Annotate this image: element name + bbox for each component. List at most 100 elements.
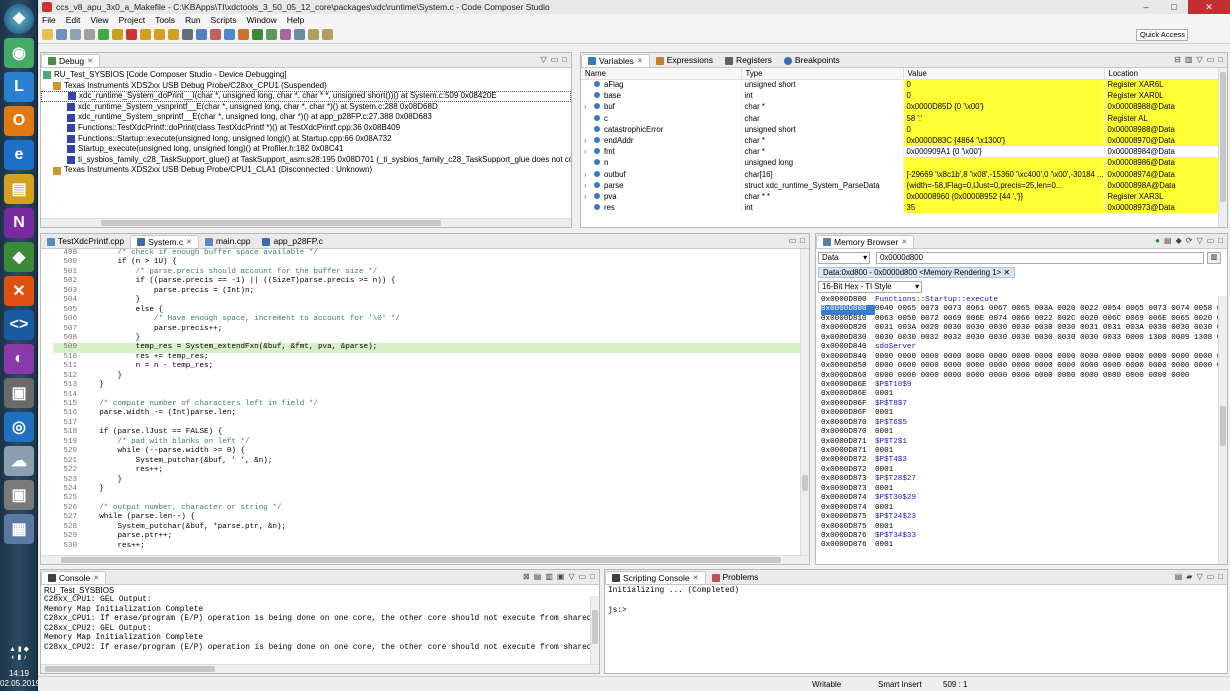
memory-row[interactable]: 0x0000D810 0063 0050 0072 0069 006E 0074 … — [821, 315, 1227, 324]
pin-icon[interactable]: ▥ — [545, 572, 553, 581]
memory-row[interactable]: 0x0000D86E 0001 — [821, 390, 1217, 399]
column-header-type[interactable]: Type — [741, 68, 904, 80]
editor-tab[interactable]: main.cpp — [199, 235, 257, 248]
memory-row[interactable]: 0x0000D840 0000 0000 0000 0000 0000 0000 … — [821, 353, 1227, 362]
code-line[interactable]: 524 } — [53, 485, 809, 494]
memory-row[interactable]: 0x0000D850 0000 0000 0000 0000 0000 0000 … — [821, 362, 1227, 371]
variable-value-cell[interactable]: 58 ':' — [903, 112, 1105, 124]
network-icon[interactable]: ◆ — [4, 242, 34, 272]
tab-console[interactable]: Console ✕ — [41, 571, 107, 584]
resume-icon[interactable] — [98, 29, 109, 40]
memory-address-input[interactable]: 0x0000d800 — [876, 252, 1204, 264]
eclipse-icon[interactable]: ◐ — [4, 344, 34, 374]
variable-row[interactable]: › parse struct xdc_runtime_System_ParseDat… — [581, 179, 1227, 191]
debug-tree-item[interactable]: xdc_runtime_System_vsnprintf__E(char *, … — [41, 102, 571, 113]
console-vertical-scrollbar[interactable] — [590, 596, 599, 664]
variable-row[interactable]: res int 35 0x00008973@Data — [581, 202, 1227, 214]
code-line[interactable]: 522 res++; — [53, 466, 809, 475]
view-menu-icon[interactable]: ▽ — [1196, 55, 1202, 64]
editor-tab[interactable]: TestXdcPrintf.cpp — [41, 235, 130, 248]
memory-row[interactable]: 0x0000D86F $P$T8$7 — [821, 400, 1217, 409]
tab-registers[interactable]: Registers — [719, 54, 778, 67]
memory-row[interactable]: 0x0000D875 $P$T24$23 — [821, 513, 1217, 522]
save-memory-icon[interactable]: ▤ — [1164, 236, 1172, 245]
code-line[interactable]: 505 else { — [53, 306, 809, 315]
explorer-icon[interactable]: ◉ — [4, 38, 34, 68]
code-line[interactable]: 501 /* parse.precis should account for t… — [53, 268, 809, 277]
package-icon[interactable]: ▣ — [4, 480, 34, 510]
windows-start-icon[interactable]: ❖ — [4, 4, 34, 34]
variable-value-cell[interactable]: 0 — [903, 90, 1105, 102]
code-line[interactable]: 517 — [53, 419, 809, 428]
code-line[interactable]: 500 if (n > 1U) { — [53, 258, 809, 267]
cloud-icon[interactable]: ☁ — [4, 446, 34, 476]
expand-arrow-icon[interactable]: › — [584, 136, 594, 145]
view-menu-icon[interactable]: ▽ — [1196, 572, 1202, 581]
minimize-view-icon[interactable]: ▭ — [579, 572, 587, 581]
menu-scripts[interactable]: Scripts — [211, 15, 237, 25]
code-line[interactable]: 529 parse.ptr++; — [53, 532, 809, 541]
debug-icon[interactable] — [252, 29, 263, 40]
code-line[interactable]: 521 System_putchar(&buf, ' ', &n); — [53, 457, 809, 466]
clear-console-icon[interactable]: ⊠ — [523, 572, 530, 581]
memory-row[interactable]: 0x0000D874 $P$T30$29 — [821, 494, 1217, 503]
memory-row[interactable]: 0x0000D872 0001 — [821, 466, 1217, 475]
load-memory-icon[interactable]: ◆ — [1176, 236, 1182, 245]
memory-row[interactable]: 0x0000D860 0000 0000 0000 0000 0000 0000 … — [821, 372, 1217, 381]
refresh-icon[interactable]: ⟳ — [1186, 236, 1193, 245]
suspend-icon[interactable] — [112, 29, 123, 40]
clock[interactable]: 14:19 02.05.2019 — [0, 669, 40, 689]
view-icon[interactable] — [196, 29, 207, 40]
debug-tree-item[interactable]: Functions::Startup::execute(unsigned lon… — [41, 134, 571, 145]
code-line[interactable]: 526 /* output number, character or strin… — [53, 504, 809, 513]
forward-icon[interactable] — [322, 29, 333, 40]
script-open-icon[interactable]: ▤ — [1175, 572, 1183, 581]
menu-tools[interactable]: Tools — [155, 15, 175, 25]
onenote-icon[interactable]: N — [4, 208, 34, 238]
virtualbox-icon[interactable]: ▣ — [4, 378, 34, 408]
close-icon[interactable]: ✕ — [901, 236, 907, 249]
close-button[interactable]: ✕ — [1188, 0, 1230, 14]
minimize-view-icon[interactable]: ▭ — [1207, 572, 1215, 581]
code-line[interactable]: 506 /* Have enough space, increment to a… — [53, 315, 809, 324]
new-tab-icon[interactable]: ▥ — [1207, 252, 1221, 264]
expand-arrow-icon[interactable]: › — [584, 181, 594, 190]
maximize-view-icon[interactable]: □ — [562, 55, 567, 64]
maximize-button[interactable]: □ — [1160, 0, 1188, 14]
browser-icon[interactable]: ◎ — [4, 412, 34, 442]
debug-tree-item[interactable]: Functions::TestXdcPrintf::doPrint(class … — [41, 123, 571, 134]
close-icon[interactable]: ✕ — [87, 55, 93, 68]
memory-row[interactable]: 0x0000D873 $P$T28$27 — [821, 475, 1217, 484]
step-over-icon[interactable] — [154, 29, 165, 40]
view-menu-icon[interactable]: ▽ — [540, 55, 546, 64]
variable-row[interactable]: aFlag unsigned short 0 Register XAR6L — [581, 79, 1227, 91]
flash-icon[interactable] — [238, 29, 249, 40]
code-line[interactable]: 514 — [53, 391, 809, 400]
memory-row[interactable]: 0x0000D876 $P$T34$33 — [821, 532, 1217, 541]
reset-icon[interactable] — [210, 29, 221, 40]
variable-row[interactable]: › endAddr char * 0x0000D83C {4864 '\x1300'}… — [581, 134, 1227, 147]
view-menu-icon[interactable]: ▽ — [568, 572, 574, 581]
memory-row[interactable]: 0x0000D871 0001 — [821, 447, 1217, 456]
expand-arrow-icon[interactable]: › — [584, 192, 594, 201]
minimize-view-icon[interactable]: ▭ — [789, 236, 797, 245]
registers-icon[interactable] — [182, 29, 193, 40]
variables-vertical-scrollbar[interactable] — [1218, 68, 1227, 227]
code-line[interactable]: 511 n = n - temp_res; — [53, 362, 809, 371]
code-line[interactable]: 507 parse.precis++; — [53, 325, 809, 334]
minimize-view-icon[interactable]: ▭ — [551, 55, 559, 64]
memory-row[interactable]: 0x0000D800 Functions::Startup::execute — [821, 296, 1217, 305]
display-console-icon[interactable]: ▣ — [557, 572, 565, 581]
debug-tree-item[interactable]: Texas Instruments XDS2xx USB Debug Probe… — [41, 165, 571, 176]
variable-row[interactable]: › fmt char * 0x000909A1 {0 '\x00'} 0x0000898… — [581, 146, 1227, 158]
internet-explorer-icon[interactable]: e — [4, 140, 34, 170]
memory-row[interactable]: 0x0000D86F 0001 — [821, 409, 1217, 418]
variable-row[interactable]: › outbuf char[16] [-29669 '\x8c1b',8 '\x08'… — [581, 168, 1227, 180]
folder-icon[interactable]: ▤ — [4, 174, 34, 204]
memory-row[interactable]: 0x0000D830 0030 0030 0032 0032 0030 0030 … — [821, 334, 1227, 343]
code-line[interactable]: 525 — [53, 494, 809, 503]
memory-row[interactable]: 0x0000D871 $P$T2$1 — [821, 438, 1217, 447]
variable-row[interactable]: › buf char * 0x0000D85D {0 '\x00'} 0x0000898… — [581, 101, 1227, 113]
variable-row[interactable]: › pva char * * 0x00008960 {0x00008952 {44 '… — [581, 190, 1227, 203]
menu-edit[interactable]: Edit — [66, 15, 81, 25]
